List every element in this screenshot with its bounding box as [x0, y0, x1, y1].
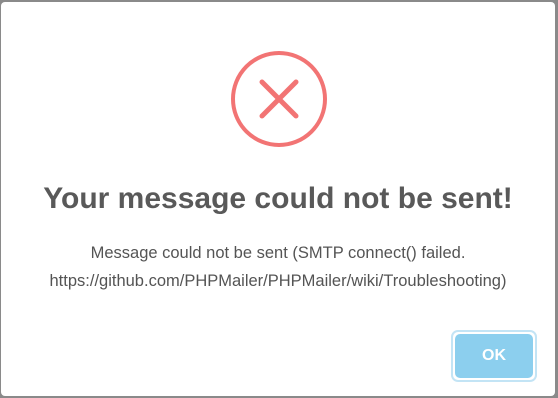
dialog-message-line-1: Message could not be sent (SMTP connect(… [90, 244, 466, 262]
ok-button[interactable]: OK [455, 334, 533, 378]
dialog-message-line-2: https://github.com/PHPMailer/PHPMailer/w… [49, 272, 507, 290]
dialog-message: Message could not be sent (SMTP connect(… [1, 239, 555, 295]
error-x-circle-icon [231, 51, 327, 147]
error-dialog: Your message could not be sent! Message … [1, 2, 555, 396]
ok-button-focus-ring: OK [451, 330, 537, 382]
dialog-title: Your message could not be sent! [43, 182, 513, 215]
